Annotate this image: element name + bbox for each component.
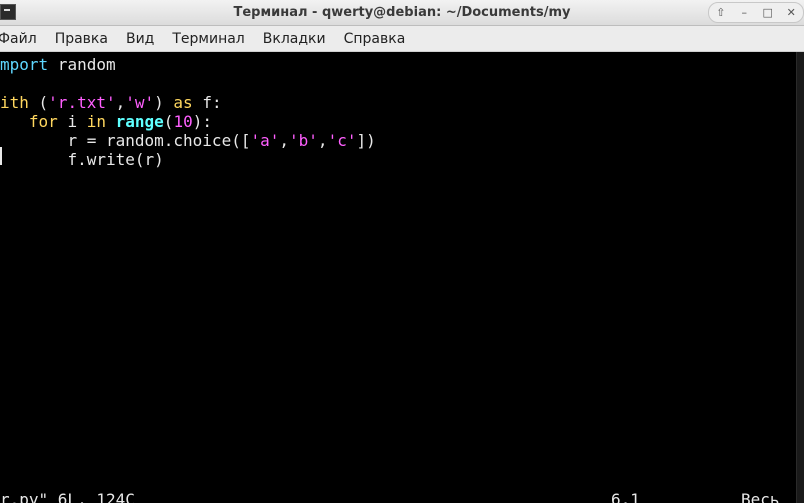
with-keyword: ith (0, 93, 29, 112)
code-line-5: r = random.choice(['a','b','c']) (0, 131, 376, 150)
as-keyword: as (173, 93, 193, 112)
range-builtin: range (115, 112, 164, 131)
string-filename: 'r.txt' (48, 93, 116, 112)
menu-file[interactable]: Файл (0, 31, 46, 47)
status-file-info: r.py" 6L, 124C (0, 490, 135, 503)
title-bar[interactable]: Терминал - qwerty@debian: ~/Documents/my… (0, 0, 804, 26)
text-cursor (0, 147, 2, 165)
comma: , (317, 131, 328, 150)
string-mode: 'w' (125, 93, 155, 112)
minimize-button[interactable]: – (734, 6, 754, 19)
loop-var: i (57, 112, 87, 131)
comma: , (115, 93, 126, 112)
number-literal: 10 (173, 112, 193, 131)
code-line-4: for i in range(10): (0, 112, 212, 131)
code-line-6: f.write(r) (0, 150, 164, 169)
raise-icon[interactable]: ⇧ (711, 6, 731, 19)
window-title: Терминал - qwerty@debian: ~/Documents/my (233, 5, 571, 20)
maximize-button[interactable]: □ (758, 6, 778, 19)
code-line-1: mport random (0, 55, 116, 74)
string-c: 'c' (327, 131, 357, 150)
write-call: f.write(r) (67, 150, 164, 169)
paren-open: ( (163, 112, 174, 131)
alias: f: (192, 93, 222, 112)
menu-tabs[interactable]: Вкладки (254, 31, 335, 47)
menu-help[interactable]: Справка (335, 31, 415, 47)
choice-call: r = random.choice([ (67, 131, 251, 150)
import-module: random (48, 55, 116, 74)
status-cursor-position: 6,1 (611, 490, 640, 503)
status-scroll-position: Весь (741, 490, 780, 503)
terminal-area[interactable]: mport random ith ('r.txt','w') as f: for… (0, 52, 796, 503)
string-b: 'b' (289, 131, 318, 150)
menu-terminal[interactable]: Терминал (163, 31, 253, 47)
for-keyword: for (28, 112, 58, 131)
menu-view[interactable]: Вид (117, 31, 163, 47)
comma: , (279, 131, 290, 150)
in-keyword: in (86, 112, 106, 131)
code-line-3: ith ('r.txt','w') as f: (0, 93, 222, 112)
close-button[interactable]: ✕ (781, 6, 801, 19)
window-controls: ⇧ – □ ✕ (708, 2, 804, 23)
menu-edit[interactable]: Правка (46, 31, 117, 47)
paren-close: ): (192, 112, 212, 131)
paren-open: ( (28, 93, 49, 112)
bracket-close: ]) (356, 131, 376, 150)
terminal-scrollbar[interactable] (796, 52, 804, 503)
import-keyword: mport (0, 55, 49, 74)
menu-bar: Файл Правка Вид Терминал Вкладки Справка (0, 26, 804, 52)
string-a: 'a' (250, 131, 280, 150)
paren-close: ) (154, 93, 174, 112)
